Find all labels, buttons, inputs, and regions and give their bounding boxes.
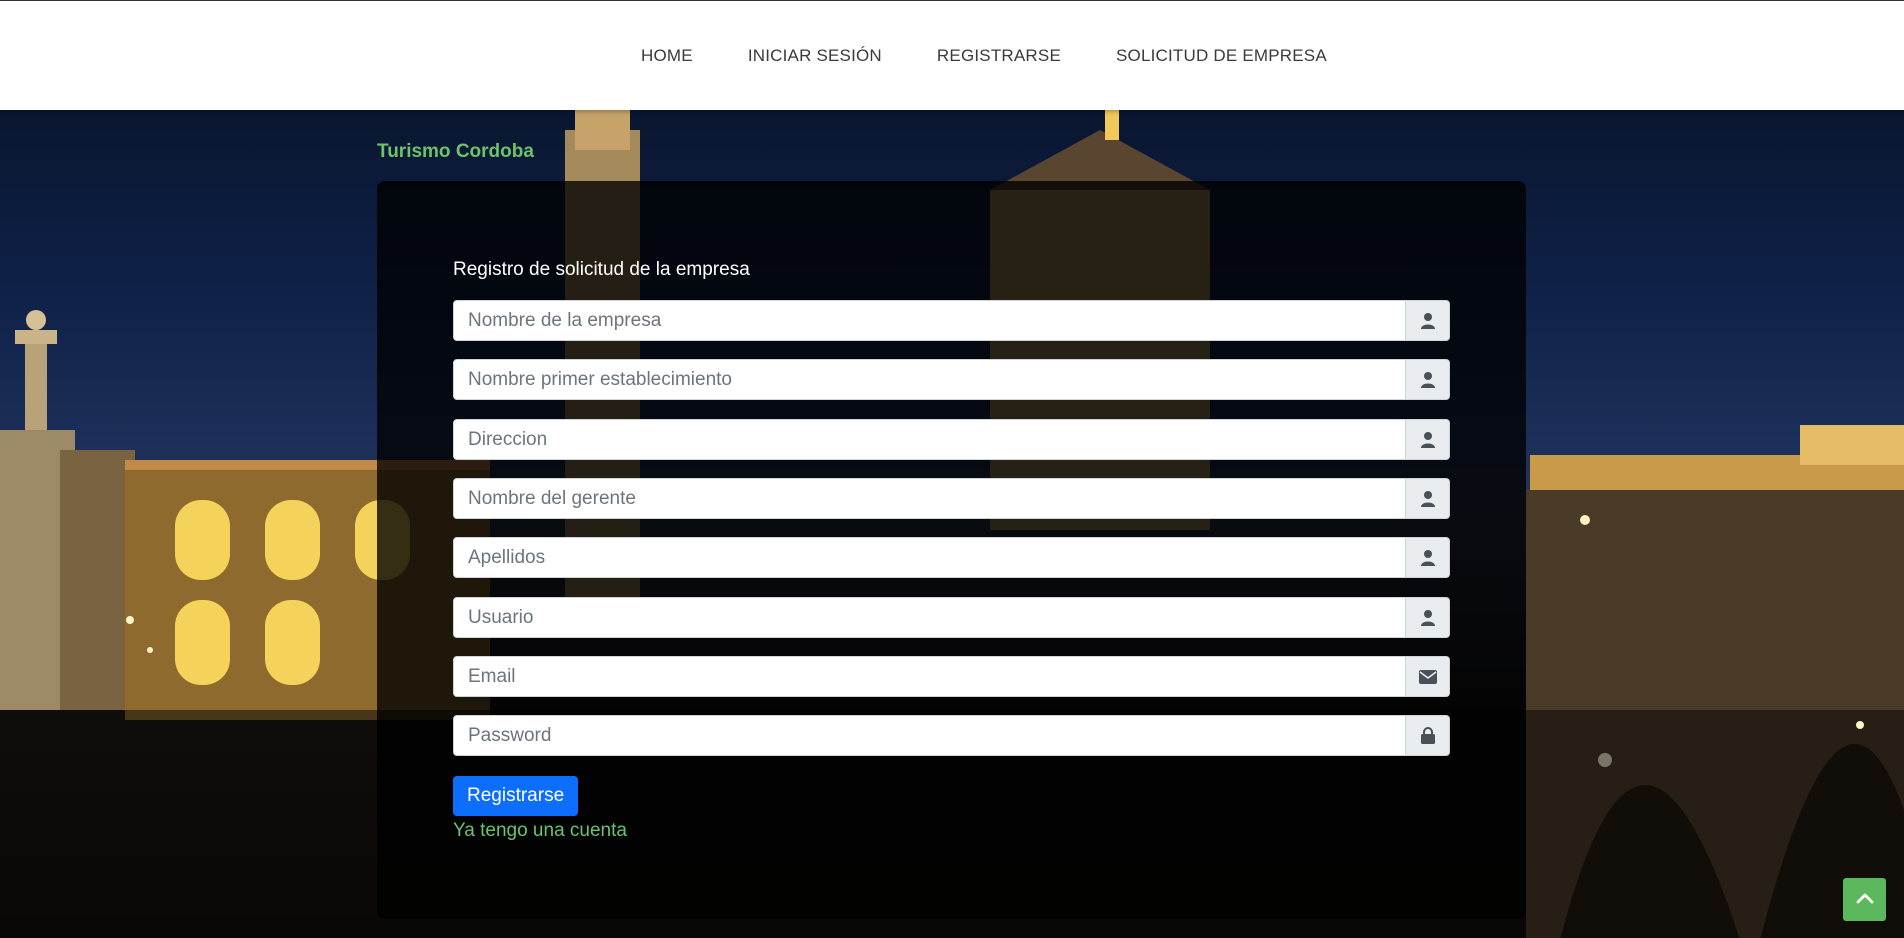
- company-name-input[interactable]: [453, 300, 1406, 341]
- username-input[interactable]: [453, 597, 1406, 638]
- lock-icon: [1406, 715, 1450, 756]
- user-icon: [1406, 300, 1450, 341]
- first-establishment-field: [453, 359, 1450, 400]
- password-input[interactable]: [453, 715, 1406, 756]
- nav-item-solicitud-empresa[interactable]: SOLICITUD DE EMPRESA: [1116, 46, 1327, 66]
- form-title: Registro de solicitud de la empresa: [453, 259, 750, 280]
- manager-name-field: [453, 478, 1450, 519]
- address-field: [453, 419, 1450, 460]
- envelope-icon: [1406, 656, 1450, 697]
- back-to-top-button[interactable]: [1843, 878, 1886, 921]
- already-have-account-link[interactable]: Ya tengo una cuenta: [453, 820, 627, 842]
- username-field: [453, 597, 1450, 638]
- user-icon: [1406, 597, 1450, 638]
- user-icon: [1406, 419, 1450, 460]
- company-registration-panel: Registro de solicitud de la empresa Nomb…: [377, 181, 1526, 919]
- address-input[interactable]: [453, 419, 1406, 460]
- nav-menu: HOME INICIAR SESIÓN REGISTRARSE SOLICITU…: [641, 46, 1382, 66]
- user-icon: [1406, 478, 1450, 519]
- email-input[interactable]: [453, 656, 1406, 697]
- top-navbar: HOME INICIAR SESIÓN REGISTRARSE SOLICITU…: [0, 0, 1904, 110]
- nav-item-iniciar-sesion[interactable]: INICIAR SESIÓN: [748, 46, 882, 66]
- surname-field: [453, 537, 1450, 578]
- user-icon: [1406, 359, 1450, 400]
- email-field: [453, 656, 1450, 697]
- surname-input[interactable]: [453, 537, 1406, 578]
- user-icon: [1406, 537, 1450, 578]
- company-name-field: [453, 300, 1450, 341]
- first-establishment-input[interactable]: [453, 359, 1406, 400]
- nav-item-registrarse[interactable]: REGISTRARSE: [937, 46, 1061, 66]
- manager-name-input[interactable]: [453, 478, 1406, 519]
- password-field: [453, 715, 1450, 756]
- brand-title: Turismo Cordoba: [377, 141, 534, 162]
- nav-item-home[interactable]: HOME: [641, 46, 693, 66]
- chevron-up-icon: [1856, 891, 1874, 909]
- register-button[interactable]: Registrarse: [453, 776, 579, 816]
